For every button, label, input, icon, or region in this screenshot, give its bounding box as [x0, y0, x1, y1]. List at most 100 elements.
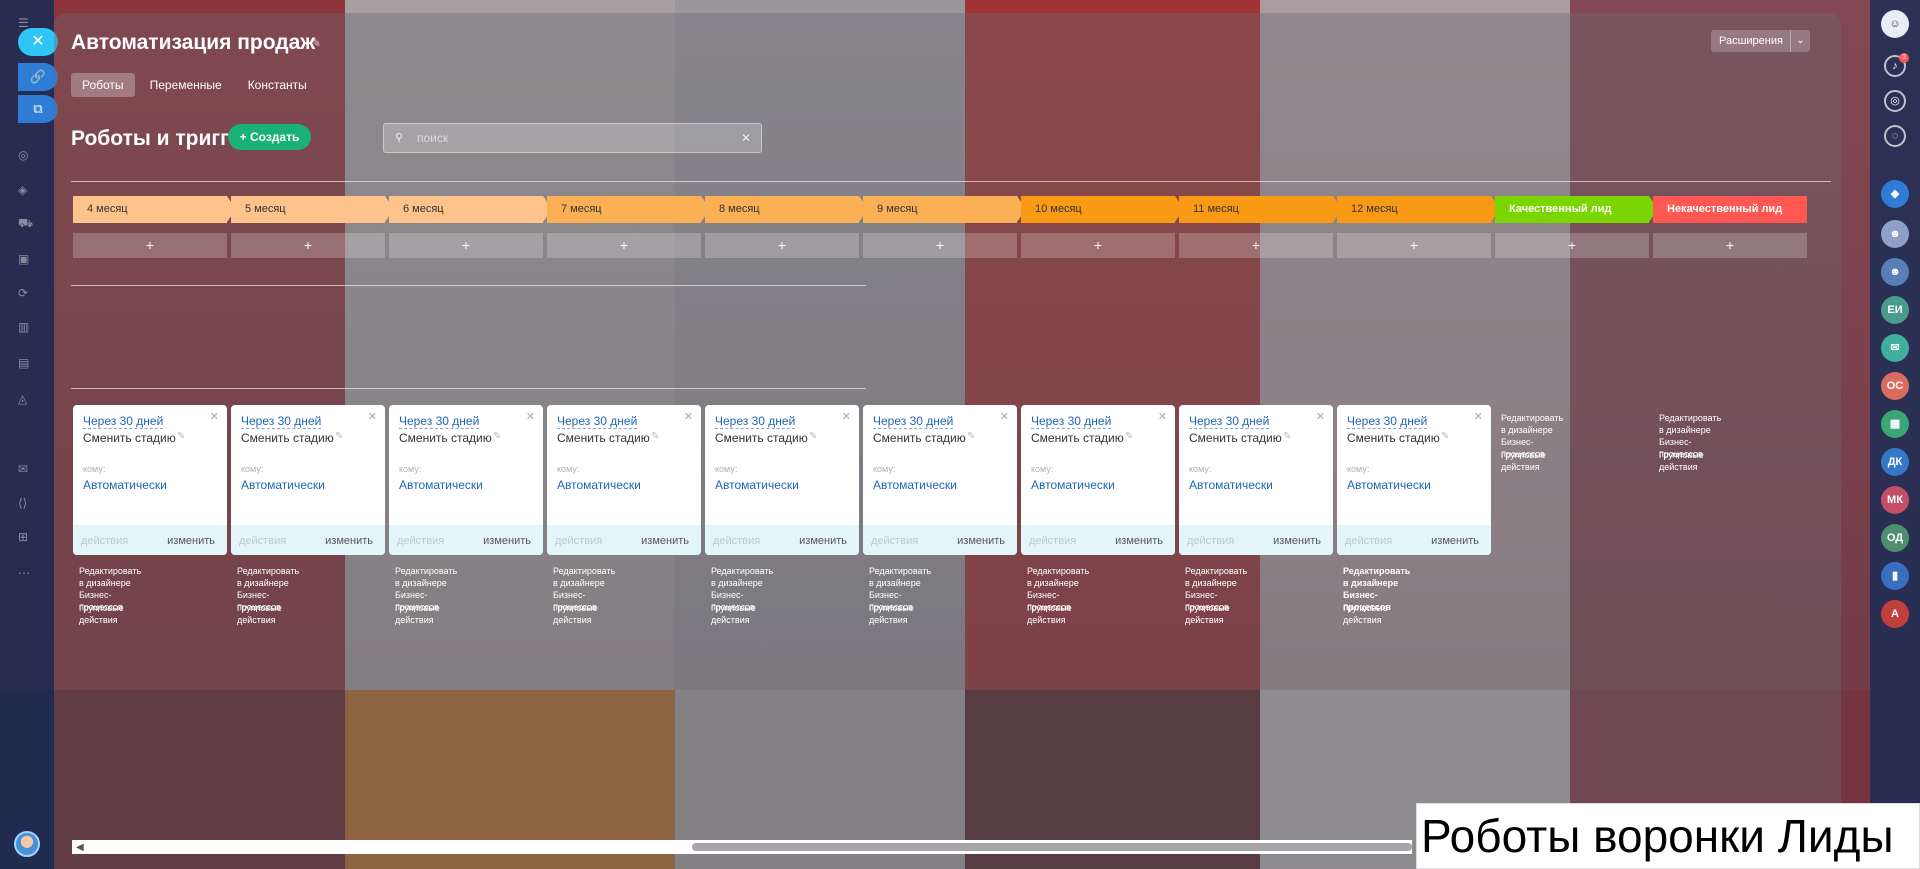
add-robot-button[interactable]: +: [231, 233, 385, 258]
group-actions-link[interactable]: Групповые действия: [1343, 602, 1388, 626]
contact-avatar-mk[interactable]: МК: [1881, 486, 1909, 514]
messenger-icon[interactable]: ◌: [1884, 125, 1906, 147]
robot-actions-link[interactable]: действия: [81, 535, 128, 547]
scroll-left-icon[interactable]: ◀: [76, 842, 84, 853]
assignee-link[interactable]: Автоматически: [557, 478, 641, 492]
pencil-icon[interactable]: ✎: [809, 431, 817, 442]
sales-icon[interactable]: ◈: [18, 183, 34, 197]
add-robot-button[interactable]: +: [547, 233, 701, 258]
tab-robots[interactable]: Роботы: [71, 73, 135, 97]
assignee-link[interactable]: Автоматически: [873, 478, 957, 492]
robot-edit-link[interactable]: изменить: [167, 535, 215, 547]
group-actions-link[interactable]: Групповые действия: [869, 602, 914, 626]
store-icon[interactable]: ▤: [18, 356, 34, 370]
robot-delay-link[interactable]: Через 30 дней: [399, 414, 480, 429]
robot-actions-link[interactable]: действия: [555, 535, 602, 547]
robot-actions-link[interactable]: действия: [239, 535, 286, 547]
delete-robot-icon[interactable]: ✕: [1158, 410, 1167, 423]
assignee-link[interactable]: Автоматически: [1189, 478, 1273, 492]
delete-robot-icon[interactable]: ✕: [368, 410, 377, 423]
group-actions-link[interactable]: Групповые действия: [553, 602, 598, 626]
search-box[interactable]: ⚲ ✕: [383, 123, 762, 153]
delete-robot-icon[interactable]: ✕: [684, 410, 693, 423]
tasks-icon[interactable]: ▣: [18, 252, 34, 266]
pencil-icon[interactable]: ✎: [1283, 431, 1291, 442]
robot-delay-link[interactable]: Через 30 дней: [1347, 414, 1428, 429]
assignee-link[interactable]: Автоматически: [1031, 478, 1115, 492]
copy-link-button[interactable]: 🔗: [18, 63, 58, 91]
auto-icon[interactable]: ◬: [18, 392, 34, 406]
group-actions-link[interactable]: Групповые действия: [1185, 602, 1230, 626]
user-avatar[interactable]: [14, 831, 40, 857]
delete-robot-icon[interactable]: ✕: [842, 410, 851, 423]
contact-avatar[interactable]: ☻: [1881, 258, 1909, 286]
robot-actions-link[interactable]: действия: [1345, 535, 1392, 547]
contact-avatar[interactable]: ☻: [1881, 220, 1909, 248]
robot-delay-link[interactable]: Через 30 дней: [83, 414, 164, 429]
copilot-icon[interactable]: ◎: [1884, 90, 1906, 112]
add-robot-button[interactable]: +: [389, 233, 543, 258]
delete-robot-icon[interactable]: ✕: [1474, 410, 1483, 423]
scrollbar-thumb[interactable]: [692, 843, 1412, 851]
robot-edit-link[interactable]: изменить: [957, 535, 1005, 547]
user-avatar-top[interactable]: ☺: [1881, 10, 1909, 38]
robot-delay-link[interactable]: Через 30 дней: [715, 414, 796, 429]
group-actions-link[interactable]: Групповые действия: [1659, 449, 1704, 473]
robot-edit-link[interactable]: изменить: [1431, 535, 1479, 547]
code-icon[interactable]: ⟨⟩: [18, 496, 34, 510]
clear-icon[interactable]: ✕: [741, 131, 751, 145]
crm-icon[interactable]: ◎: [18, 148, 34, 162]
contact-avatar-a[interactable]: А: [1881, 600, 1909, 628]
assignee-link[interactable]: Автоматически: [715, 478, 799, 492]
delete-robot-icon[interactable]: ✕: [210, 410, 219, 423]
add-robot-button[interactable]: +: [705, 233, 859, 258]
robot-delay-link[interactable]: Через 30 дней: [241, 414, 322, 429]
pencil-icon[interactable]: ✎: [651, 431, 659, 442]
group-actions-link[interactable]: Групповые действия: [237, 602, 282, 626]
delete-robot-icon[interactable]: ✕: [1316, 410, 1325, 423]
pencil-icon[interactable]: ✎: [493, 431, 501, 442]
pencil-icon[interactable]: ✎: [967, 431, 975, 442]
pencil-icon[interactable]: ✎: [335, 431, 343, 442]
contact-avatar-dk[interactable]: ДК: [1881, 448, 1909, 476]
robot-actions-link[interactable]: действия: [1029, 535, 1076, 547]
robot-delay-link[interactable]: Через 30 дней: [873, 414, 954, 429]
more-icon[interactable]: ⋯: [18, 566, 34, 580]
horizontal-scrollbar[interactable]: ◀: [72, 840, 1412, 854]
group-actions-link[interactable]: Групповые действия: [1501, 449, 1546, 473]
group-actions-link[interactable]: Групповые действия: [1027, 602, 1072, 626]
add-robot-button[interactable]: +: [1179, 233, 1333, 258]
sync-icon[interactable]: ⟳: [18, 286, 34, 300]
mail-icon[interactable]: ✉: [18, 462, 34, 476]
chart-icon[interactable]: ▥: [18, 320, 34, 334]
group-actions-link[interactable]: Групповые действия: [711, 602, 756, 626]
add-robot-button[interactable]: +: [863, 233, 1017, 258]
create-button[interactable]: + Создать: [228, 124, 311, 150]
robot-delay-link[interactable]: Через 30 дней: [1189, 414, 1270, 429]
pin-icon[interactable]: ✎: [311, 36, 321, 50]
pencil-icon[interactable]: ✎: [1441, 431, 1449, 442]
add-robot-button[interactable]: +: [1495, 233, 1649, 258]
tab-constants[interactable]: Константы: [237, 73, 318, 97]
extensions-button[interactable]: Расширения ⌄: [1711, 30, 1810, 52]
contact-avatar-od[interactable]: ОД: [1881, 524, 1909, 552]
robot-delay-link[interactable]: Через 30 дней: [557, 414, 638, 429]
group-icon[interactable]: ▦: [1881, 410, 1909, 438]
robot-edit-link[interactable]: изменить: [641, 535, 689, 547]
assignee-link[interactable]: Автоматически: [399, 478, 483, 492]
market-icon[interactable]: ⊞: [18, 530, 34, 544]
robot-actions-link[interactable]: действия: [397, 535, 444, 547]
assignee-link[interactable]: Автоматически: [1347, 478, 1431, 492]
add-robot-button[interactable]: +: [1653, 233, 1807, 258]
contact-avatar-ei[interactable]: ЕИ: [1881, 296, 1909, 324]
cart-icon[interactable]: ⛟: [18, 216, 34, 230]
add-robot-button[interactable]: +: [1021, 233, 1175, 258]
close-slider-button[interactable]: ✕: [18, 28, 58, 56]
pencil-icon[interactable]: ✎: [177, 431, 185, 442]
chat-icon[interactable]: ✉: [1881, 334, 1909, 362]
assignee-link[interactable]: Автоматически: [83, 478, 167, 492]
pencil-icon[interactable]: ✎: [1125, 431, 1133, 442]
open-new-window-button[interactable]: ⧉: [18, 95, 58, 123]
robot-actions-link[interactable]: действия: [871, 535, 918, 547]
bookmark-icon[interactable]: ▮: [1881, 562, 1909, 590]
